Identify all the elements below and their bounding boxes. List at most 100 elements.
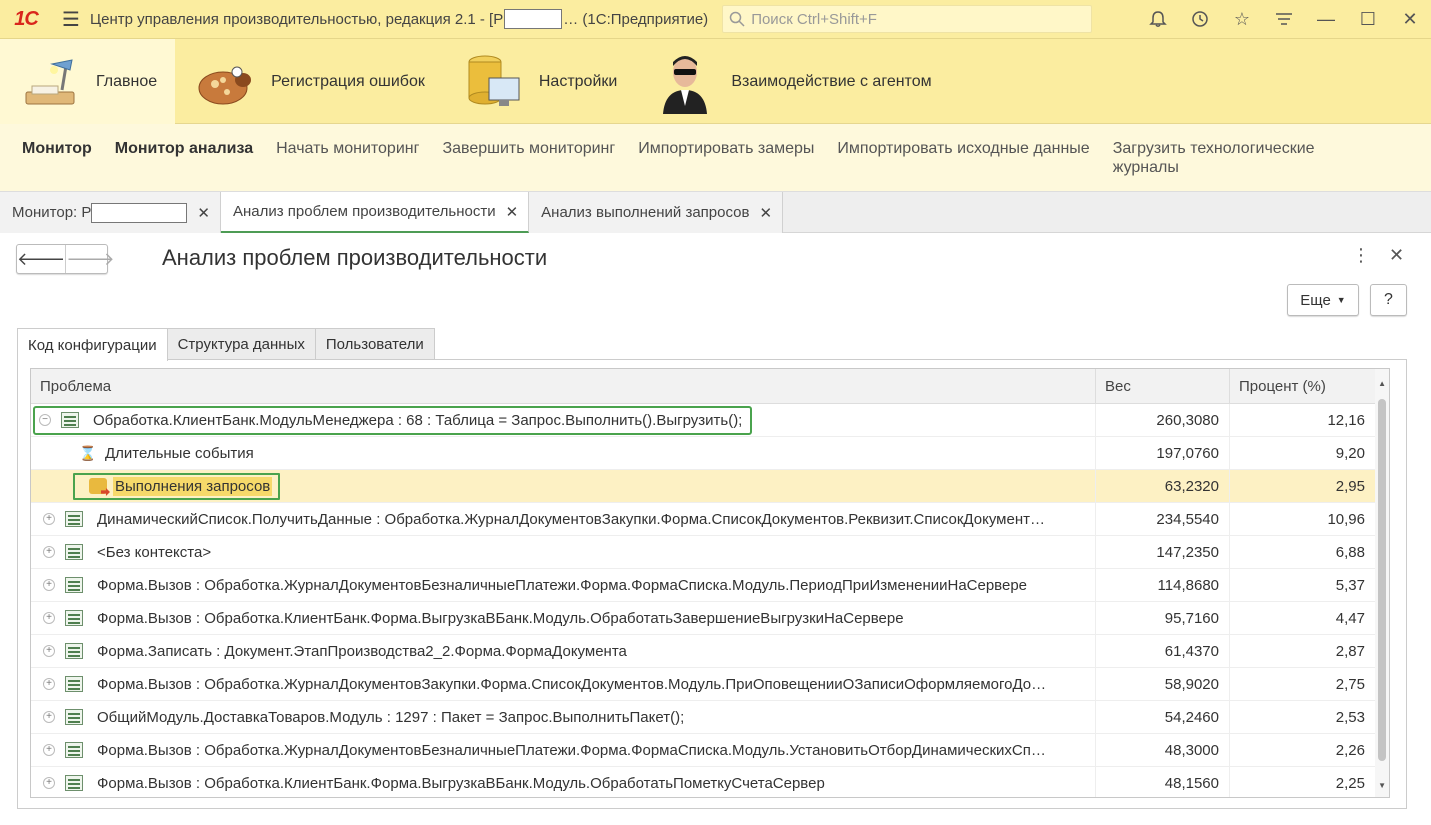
command-monitor[interactable]: Монитор	[22, 139, 92, 191]
sections-panel: Главное Регистрация ошибок Настройки Вза…	[0, 39, 1431, 124]
database-monitor-icon	[461, 50, 525, 114]
bell-icon[interactable]	[1137, 0, 1179, 39]
module-icon	[65, 577, 83, 593]
minimize-icon[interactable]: —	[1305, 0, 1347, 39]
table-row[interactable]: + Форма.Вызов : Обработка.ЖурналДокументо…	[31, 668, 1389, 701]
module-icon	[65, 775, 83, 791]
history-icon[interactable]	[1179, 0, 1221, 39]
tab-label: Анализ выполнений запросов	[541, 204, 750, 221]
table-row[interactable]: + Форма.Вызов : Обработка.ЖурналДокументо…	[31, 734, 1389, 767]
tab-data-structure[interactable]: Структура данных	[166, 328, 316, 360]
module-icon	[65, 742, 83, 758]
expand-icon[interactable]: +	[43, 546, 55, 558]
table-row[interactable]: + <Без контекста> 147,2350 6,88	[31, 536, 1389, 569]
cell-weight: 61,4370	[1096, 635, 1230, 667]
expand-icon[interactable]: +	[43, 612, 55, 624]
back-arrow-icon[interactable]: 🡐	[17, 245, 65, 273]
expand-icon[interactable]: +	[43, 579, 55, 591]
star-icon[interactable]: ☆	[1221, 0, 1263, 39]
section-label: Взаимодействие с агентом	[731, 72, 932, 90]
scroll-up-icon[interactable]: ▲	[1378, 379, 1386, 388]
table-row[interactable]: + Форма.Записать : Документ.ЭтапПроизводс…	[31, 635, 1389, 668]
table-row[interactable]: + Форма.Вызов : Обработка.ЖурналДокументо…	[31, 569, 1389, 602]
menu-lines-icon[interactable]	[1263, 0, 1305, 39]
maximize-icon[interactable]: ☐	[1347, 0, 1389, 39]
module-icon	[65, 643, 83, 659]
module-icon	[65, 676, 83, 692]
agent-icon	[653, 50, 717, 114]
close-tab-icon[interactable]: ✕	[197, 204, 210, 222]
collapse-icon[interactable]: −	[39, 414, 51, 426]
column-header-problem[interactable]: Проблема	[31, 369, 1096, 403]
close-tab-icon[interactable]: ✕	[759, 204, 772, 222]
command-load-tech-logs[interactable]: Загрузить технологические журналы	[1113, 139, 1343, 191]
command-stop-monitoring[interactable]: Завершить мониторинг	[442, 139, 615, 191]
window-title-suffix: … (1С:Предприятие)	[563, 10, 709, 28]
tab-query-analysis[interactable]: Анализ выполнений запросов ✕	[529, 192, 784, 233]
cell-weight: 54,2460	[1096, 701, 1230, 733]
table-header: Проблема Вес Процент (%)	[31, 369, 1389, 404]
cell-percent: 6,88	[1230, 536, 1376, 568]
command-start-monitoring[interactable]: Начать мониторинг	[276, 139, 419, 191]
help-button[interactable]: ?	[1370, 284, 1407, 316]
history-nav: 🡐 🡒	[16, 244, 115, 274]
section-agent-interaction[interactable]: Взаимодействие с агентом	[635, 39, 949, 124]
expand-icon[interactable]: +	[43, 744, 55, 756]
cell-percent: 10,96	[1230, 503, 1376, 535]
column-header-weight[interactable]: Вес	[1096, 369, 1230, 403]
module-icon	[65, 511, 83, 527]
problem-text: Форма.Вызов : Обработка.КлиентБанк.Форма…	[97, 774, 825, 792]
search-box[interactable]	[722, 5, 1093, 33]
cell-weight: 63,2320	[1096, 470, 1230, 502]
section-main[interactable]: Главное	[0, 39, 176, 124]
problem-text: Длительные события	[105, 444, 254, 462]
expand-icon[interactable]: +	[43, 711, 55, 723]
expand-icon[interactable]: +	[43, 513, 55, 525]
main-menu-icon[interactable]: ☰	[52, 7, 90, 32]
section-error-registration[interactable]: Регистрация ошибок	[175, 39, 443, 124]
cell-weight: 48,1560	[1096, 767, 1230, 797]
table-row[interactable]: + ДинамическийСписок.ПолучитьДанные : Обр…	[31, 503, 1389, 536]
table-row[interactable]: − Обработка.КлиентБанк.МодульМенеджера : …	[31, 404, 1389, 437]
command-analysis-monitor[interactable]: Монитор анализа	[115, 139, 253, 191]
scroll-thumb[interactable]	[1378, 399, 1386, 761]
search-input[interactable]	[749, 9, 1080, 29]
table-row[interactable]: + Форма.Вызов : Обработка.КлиентБанк.Форм…	[31, 602, 1389, 635]
form-tabs: Код конфигурации Структура данных Пользо…	[17, 328, 435, 361]
column-header-percent[interactable]: Процент (%)	[1230, 369, 1376, 403]
cell-weight: 234,5540	[1096, 503, 1230, 535]
form-close-icon[interactable]: ✕	[1389, 245, 1404, 266]
close-tab-icon[interactable]: ✕	[506, 203, 519, 221]
section-settings[interactable]: Настройки	[443, 39, 635, 124]
tab-users[interactable]: Пользователи	[314, 328, 435, 360]
cell-weight: 95,7160	[1096, 602, 1230, 634]
table-row[interactable]: + ОбщийМодуль.ДоставкаТоваров.Модуль : 12…	[31, 701, 1389, 734]
vertical-scrollbar[interactable]: ▲ ▼	[1375, 369, 1389, 797]
command-import-measurements[interactable]: Импортировать замеры	[638, 139, 814, 191]
expand-icon[interactable]: +	[43, 777, 55, 789]
expand-icon[interactable]: +	[43, 645, 55, 657]
cell-problem: + ОбщийМодуль.ДоставкаТоваров.Модуль : 12…	[31, 701, 1096, 733]
more-button[interactable]: Еще ▼	[1287, 284, 1359, 316]
cell-problem: + Форма.Записать : Документ.ЭтапПроизводс…	[31, 635, 1096, 667]
problem-text: Обработка.КлиентБанк.МодульМенеджера : 6…	[93, 411, 743, 429]
forward-arrow-icon[interactable]: 🡒	[65, 245, 115, 273]
window-title: Центр управления производительностью, ре…	[90, 9, 708, 29]
tab-label: Монитор: Р	[12, 204, 92, 221]
tab-monitor[interactable]: Монитор: Р ✕	[0, 192, 221, 233]
problem-text: Форма.Вызов : Обработка.ЖурналДокументов…	[97, 576, 1028, 594]
tab-performance-analysis[interactable]: Анализ проблем производительности ✕	[220, 192, 530, 233]
highlight-frame: Выполнения запросов	[73, 472, 281, 500]
expand-icon[interactable]: +	[43, 678, 55, 690]
table-row[interactable]: Выполнения запросов 63,2320 2,95	[31, 470, 1389, 503]
app-logo[interactable]: 1С	[0, 8, 52, 31]
table-row[interactable]: ⌛ Длительные события 197,0760 9,20	[31, 437, 1389, 470]
more-vertical-icon[interactable]: ⋮	[1352, 245, 1370, 266]
cell-percent: 2,53	[1230, 701, 1376, 733]
scroll-down-icon[interactable]: ▼	[1378, 781, 1386, 790]
command-import-source-data[interactable]: Импортировать исходные данные	[837, 139, 1089, 191]
close-icon[interactable]: ✕	[1389, 0, 1431, 39]
module-icon	[65, 610, 83, 626]
tab-configuration-code[interactable]: Код конфигурации	[17, 328, 168, 361]
table-row[interactable]: + Форма.Вызов : Обработка.КлиентБанк.Форм…	[31, 767, 1389, 797]
